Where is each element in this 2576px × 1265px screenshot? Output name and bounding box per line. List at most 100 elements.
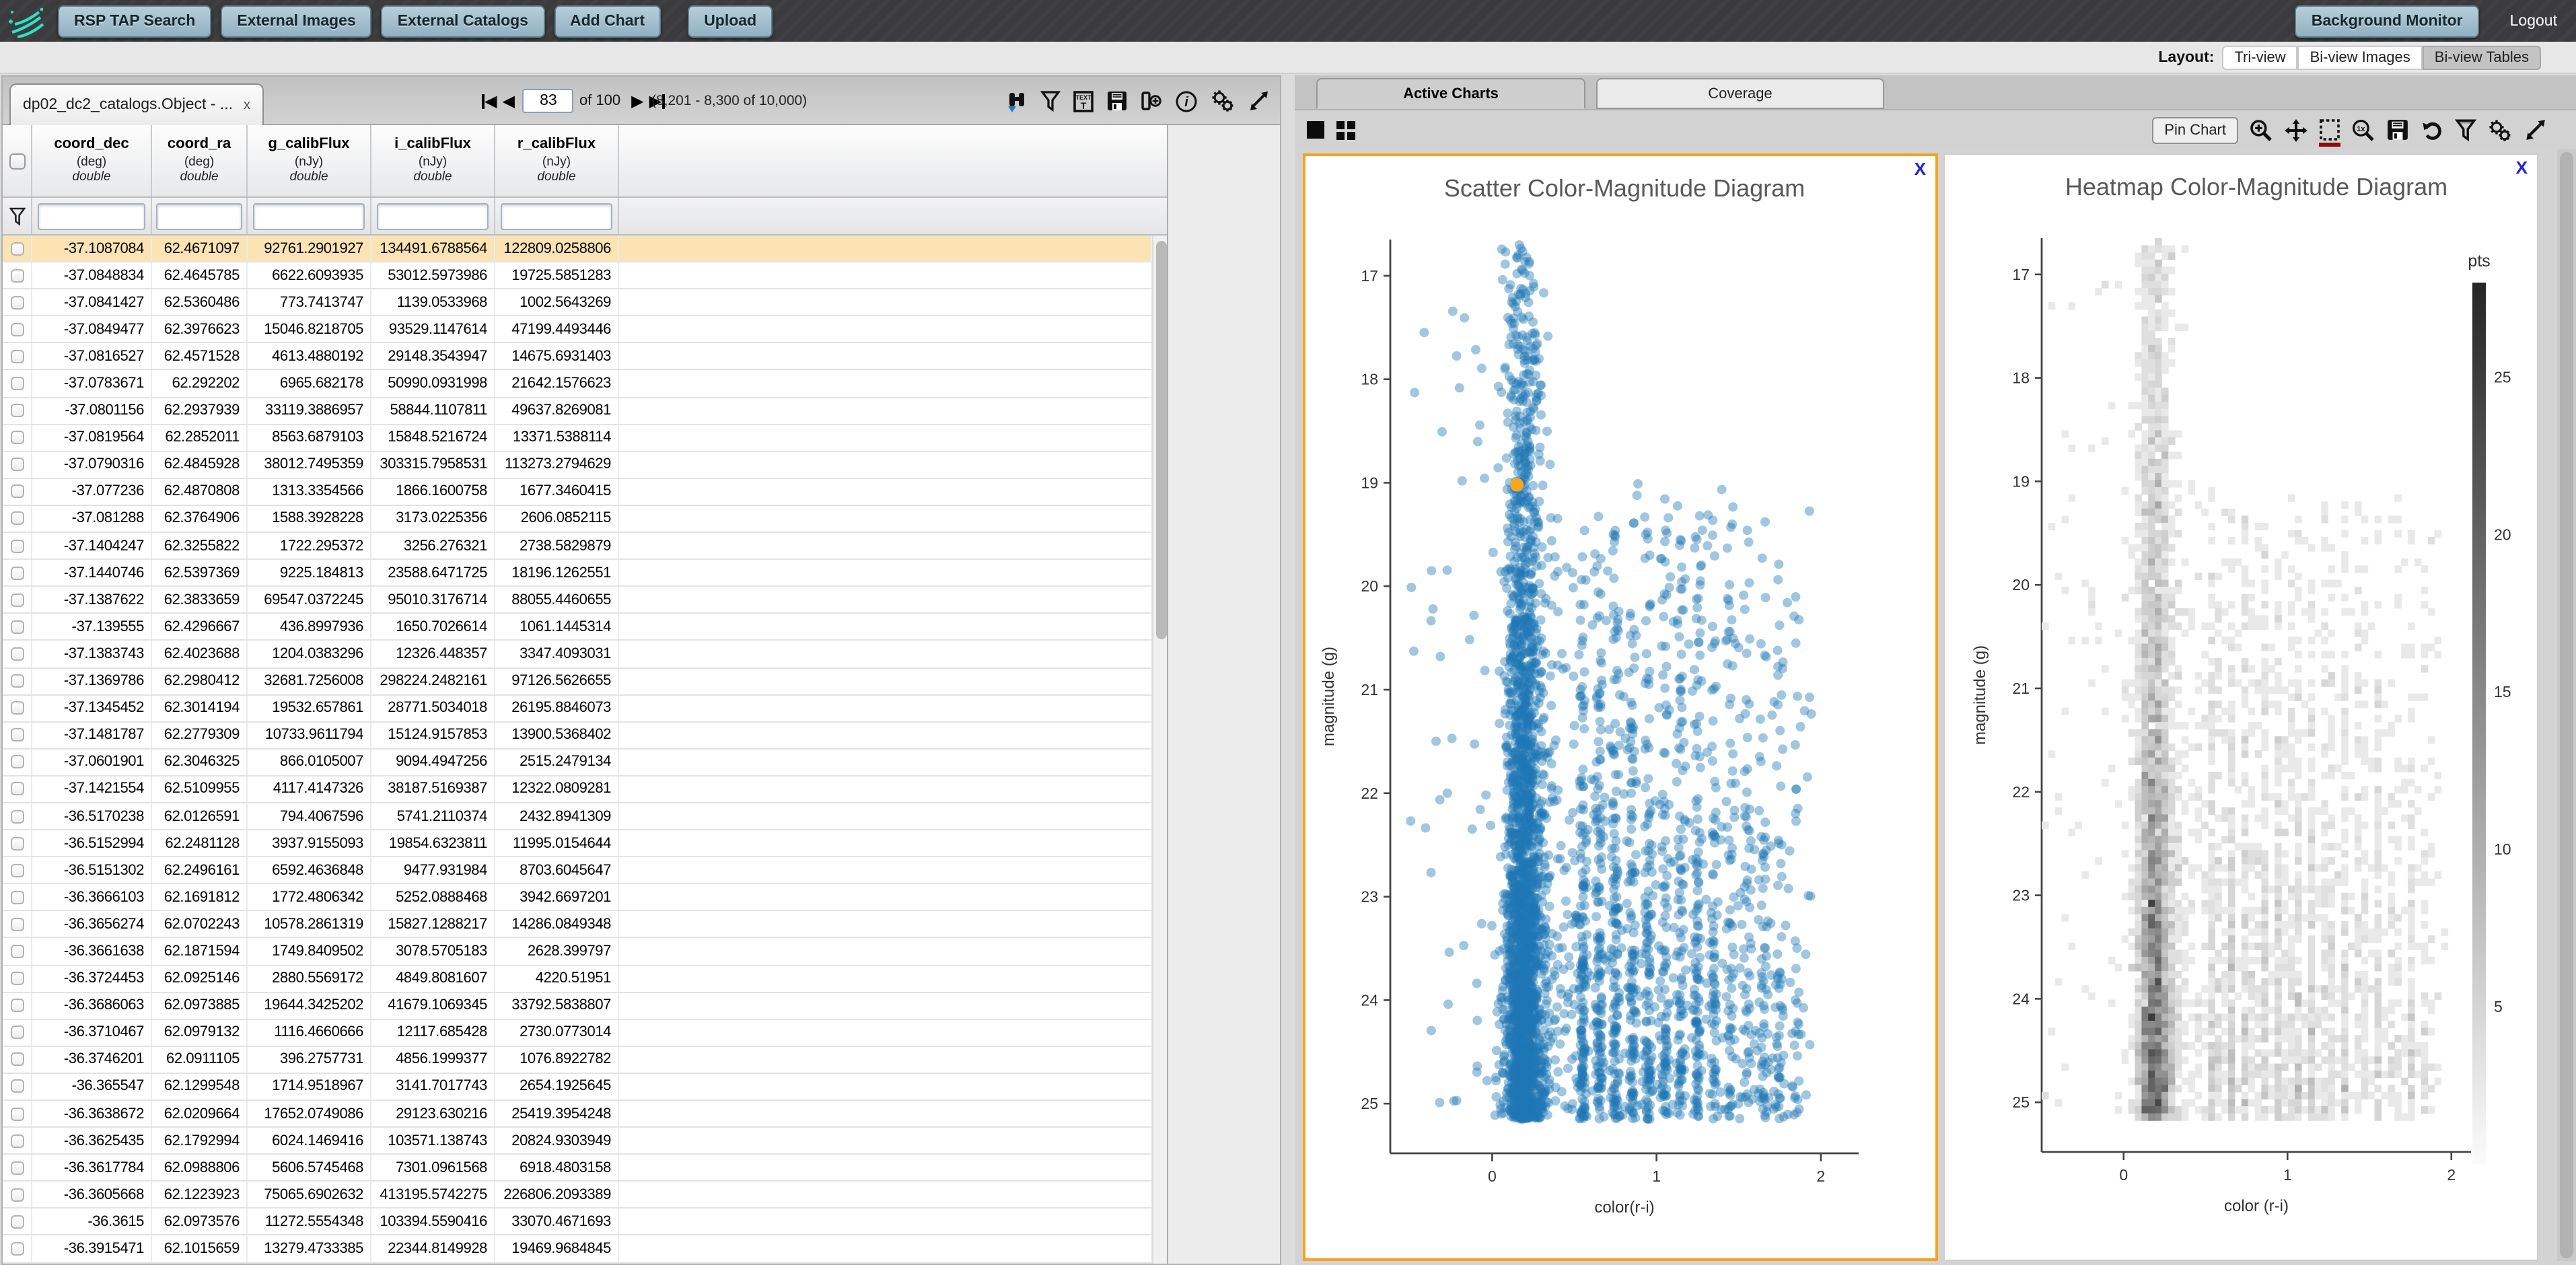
table-row[interactable]: -37.0816527 62.4571528 4613.4880192 29148.3… [3,343,1152,371]
save-icon[interactable] [1106,90,1128,112]
row-checkbox[interactable] [10,539,24,553]
page-number-input[interactable] [522,89,574,113]
heatmap-chart[interactable]: Heatmap Color-Magnitude Diagram171819202… [1945,155,2537,1231]
row-checkbox[interactable] [10,728,24,742]
row-checkbox[interactable] [10,458,24,472]
row-filter-funnel-icon[interactable] [9,207,25,225]
row-checkbox[interactable] [10,511,24,526]
table-tab[interactable]: dp02_dc2_catalogs.Object - ... x [9,83,264,125]
table-row[interactable]: -37.0848834 62.4645785 6622.6093935 53012.5… [3,262,1152,290]
row-checkbox[interactable] [10,836,24,851]
table-row[interactable]: -36.3617784 62.0988806 5606.5745468 7301.09… [3,1155,1152,1182]
tab-coverage[interactable]: Coverage [1596,78,1884,109]
table-row[interactable]: -36.3746201 62.0911105 396.2757731 4856.199… [3,1046,1152,1074]
row-checkbox[interactable] [10,1079,24,1093]
layout-bi-view-images-button[interactable]: Bi-view Images [2297,45,2423,69]
table-row[interactable]: -36.3638672 62.0209664 17652.0749086 29123.… [3,1101,1152,1128]
table-row[interactable]: -37.0801156 62.2937939 33119.3886957 58844.… [3,398,1152,425]
table-vertical-scrollbar[interactable] [1152,236,1167,1264]
text-view-icon[interactable]: TEXT T [1073,89,1094,112]
table-row[interactable]: -37.139555 62.4296667 436.8997936 1650.7026… [3,614,1152,641]
row-checkbox[interactable] [10,647,24,661]
table-row[interactable]: -36.5151302 62.2496161 6592.4636848 9477.93… [3,857,1152,885]
row-checkbox[interactable] [10,755,24,769]
next-page-button[interactable]: ▶ [631,92,643,110]
row-checkbox[interactable] [10,1215,24,1229]
info-icon[interactable]: i [1175,89,1198,112]
expand-icon[interactable] [2524,118,2546,141]
table-row[interactable]: -37.1369786 62.2980412 32681.7256008 298224… [3,668,1152,696]
prev-page-button[interactable]: ◀ [502,92,514,110]
upload-button[interactable]: Upload [688,5,773,37]
table-scrollbar-thumb[interactable] [1155,241,1166,639]
row-checkbox[interactable] [10,377,24,391]
row-checkbox[interactable] [10,404,24,418]
filter-funnel-icon[interactable] [1040,90,1061,112]
charts-panel-scrollbar[interactable] [2557,149,2576,1261]
background-monitor-button[interactable]: Background Monitor [2295,5,2479,37]
select-region-icon[interactable] [2319,118,2340,147]
pan-icon[interactable] [2284,118,2308,142]
column-header-g-calibflux[interactable]: g_calibFlux (nJy) double [248,125,371,196]
settings-gear-icon[interactable] [1210,89,1236,113]
add-column-icon[interactable] [1140,90,1163,112]
row-checkbox[interactable] [10,1107,24,1121]
table-row[interactable]: -36.3710467 62.0979132 1116.4660666 12117.6… [3,1019,1152,1047]
table-row[interactable]: -37.1383743 62.4023688 1204.0383296 12326.4… [3,641,1152,668]
logout-link[interactable]: Logout [2510,13,2557,29]
row-checkbox[interactable] [10,242,24,256]
row-checkbox[interactable] [10,484,24,499]
column-header-coord-ra[interactable]: coord_ra (deg) double [152,125,248,196]
row-checkbox[interactable] [10,863,24,877]
undo-icon[interactable] [2420,118,2444,142]
table-row[interactable]: -37.1481787 62.2779309 10733.9611794 15124.… [3,722,1152,750]
row-checkbox[interactable] [10,566,24,580]
add-chart-button[interactable]: Add Chart [554,5,661,37]
table-row[interactable]: -37.1387622 62.3833659 69547.0372245 95010.… [3,587,1152,614]
layout-bi-view-tables-button[interactable]: Bi-view Tables [2422,45,2541,69]
table-row[interactable]: -37.1440746 62.5397369 9225.184813 23588.64… [3,560,1152,587]
row-checkbox[interactable] [10,674,24,688]
row-checkbox[interactable] [10,999,24,1013]
table-row[interactable]: -37.0849477 62.3976623 15046.8218705 93529.… [3,316,1152,344]
row-checkbox[interactable] [10,972,24,986]
layout-tri-view-button[interactable]: Tri-view [2222,45,2298,69]
table-row[interactable]: -37.0601901 62.3046325 866.0105007 9094.494… [3,749,1152,776]
table-tab-close-icon[interactable]: x [244,98,250,112]
filter-input-g-calibflux[interactable] [252,203,365,229]
scatter-chart[interactable]: Scatter Color-Magnitude Diagram171819202… [1305,156,1934,1233]
row-checkbox[interactable] [10,593,24,607]
table-row[interactable]: -36.3686063 62.0973885 19644.3425202 41679.… [3,992,1152,1020]
external-catalogs-button[interactable]: External Catalogs [381,5,544,37]
charts-scrollbar-thumb[interactable] [2560,152,2573,1258]
table-row[interactable]: -37.077236 62.4870808 1313.3354566 1866.160… [3,478,1152,506]
row-checkbox[interactable] [10,322,24,336]
row-checkbox[interactable] [10,1242,24,1256]
single-view-icon[interactable] [1307,121,1324,139]
table-row[interactable]: -36.3915471 62.1015659 13279.4733385 22344.… [3,1235,1152,1264]
rsp-tap-search-button[interactable]: RSP TAP Search [58,5,212,37]
table-row[interactable]: -36.3605668 62.1223923 75065.6902632 413195… [3,1182,1152,1209]
column-header-r-calibflux[interactable]: r_calibFlux (nJy) double [495,125,619,196]
table-row[interactable]: -36.3661638 62.1871594 1749.8409502 3078.57… [3,938,1152,966]
row-checkbox[interactable] [10,1188,24,1202]
table-row[interactable]: -37.1404247 62.3255822 1722.295372 3256.276… [3,533,1152,561]
external-images-button[interactable]: External Images [221,5,372,37]
row-checkbox[interactable] [10,1052,24,1067]
grid-view-icon[interactable] [1336,120,1355,139]
row-checkbox[interactable] [10,1025,24,1040]
save-icon[interactable] [2386,118,2409,141]
zoom-in-icon[interactable] [2249,118,2273,142]
row-checkbox[interactable] [10,268,24,283]
scatter-chart-box[interactable]: X Scatter Color-Magnitude Diagram 17 18 19 2… [1303,153,1938,1261]
filter-input-r-calibflux[interactable] [500,203,613,229]
table-row[interactable]: -36.3625435 62.1792994 6024.1469416 103571.… [3,1128,1152,1155]
scatter-chart-close-icon[interactable]: X [1915,159,1926,179]
row-checkbox[interactable] [10,944,24,958]
heatmap-chart-close-icon[interactable]: X [2516,157,2528,178]
row-checkbox[interactable] [10,809,24,824]
filter-funnel-icon[interactable] [2455,118,2476,141]
search-binoculars-icon[interactable] [1005,89,1028,112]
table-row[interactable]: -36.3615 62.0973576 11272.5554348 103394.55… [3,1208,1152,1236]
table-row[interactable]: -36.3724453 62.0925146 2880.5569172 4849.80… [3,966,1152,993]
